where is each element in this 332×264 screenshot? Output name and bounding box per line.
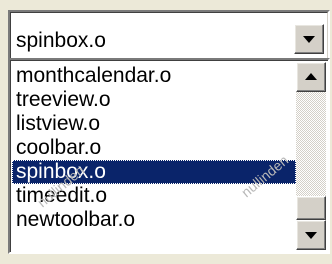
list-item[interactable]: listview.o <box>12 112 296 136</box>
list-item[interactable]: timeedit.o <box>12 184 296 208</box>
scroll-up-button[interactable] <box>296 62 326 92</box>
arrow-up-icon <box>305 73 317 80</box>
dropdown-button[interactable] <box>294 24 324 54</box>
arrow-down-icon <box>305 232 317 239</box>
list-item[interactable]: coolbar.o <box>12 136 296 160</box>
scroll-down-button[interactable] <box>296 220 326 250</box>
list-item[interactable]: monthcalendar.o <box>12 64 296 88</box>
scroll-thumb[interactable] <box>296 196 326 220</box>
combo-value: spinbox.o <box>16 29 106 52</box>
dropdown-list[interactable]: monthcalendar.o treeview.o listview.o co… <box>8 58 330 254</box>
list-item[interactable]: treeview.o <box>12 88 296 112</box>
list-item-selected[interactable]: spinbox.o <box>12 160 296 184</box>
vertical-scrollbar[interactable] <box>296 62 326 250</box>
list-items: monthcalendar.o treeview.o listview.o co… <box>12 64 296 232</box>
list-item[interactable]: newtoolbar.o <box>12 208 296 232</box>
chevron-down-icon <box>303 36 315 43</box>
